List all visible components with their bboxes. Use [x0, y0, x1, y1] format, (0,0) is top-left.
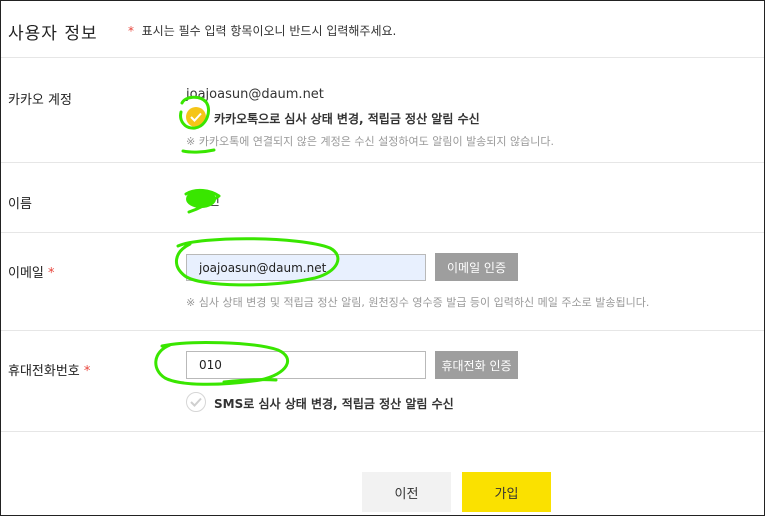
- email-label: 이메일 *: [8, 262, 55, 281]
- row-divider: [1, 330, 764, 331]
- required-mark: *: [128, 24, 134, 38]
- required-mark: *: [83, 364, 91, 379]
- section-title: 사용자 정보: [8, 24, 98, 44]
- kakao-consent-checkbox[interactable]: [186, 107, 206, 127]
- email-label-text: 이메일: [8, 266, 44, 281]
- phone-label-text: 휴대전화번호: [8, 364, 80, 379]
- name-label: 이름: [8, 197, 32, 212]
- row-divider: [1, 431, 764, 432]
- prev-button[interactable]: 이전: [362, 472, 451, 512]
- email-hint: ※ 심사 상태 변경 및 적립금 정산 알림, 원천징수 영수증 발급 등이 입…: [186, 296, 650, 309]
- row-divider: [1, 232, 764, 233]
- required-mark: *: [48, 266, 55, 281]
- check-icon: [190, 397, 202, 407]
- phone-label: 휴대전화번호 *: [8, 360, 90, 379]
- required-notice: * 표시는 필수 입력 항목이오니 반드시 입력해주세요.: [128, 22, 396, 39]
- join-button[interactable]: 가입: [462, 472, 551, 512]
- row-divider: [1, 162, 764, 163]
- header-divider: [1, 57, 764, 58]
- required-notice-text: 표시는 필수 입력 항목이오니 반드시 입력해주세요.: [141, 24, 397, 38]
- kakao-account-value: joajoasun@daum.net: [186, 87, 324, 102]
- sms-consent-label[interactable]: SMS로 심사 상태 변경, 적립금 정산 알림 수신: [214, 395, 454, 412]
- sms-consent-checkbox[interactable]: [186, 392, 206, 412]
- check-icon: [190, 112, 202, 122]
- kakao-consent-label[interactable]: 카카오톡으로 심사 상태 변경, 적립금 정산 알림 수신: [214, 110, 480, 127]
- kakao-account-label: 카카오 계정: [8, 93, 72, 108]
- phone-input[interactable]: [186, 351, 426, 379]
- kakao-hint: ※ 카카오톡에 연결되지 않은 계정은 수신 설정하여도 알림이 발송되지 않습…: [186, 135, 555, 148]
- email-input[interactable]: [186, 254, 426, 281]
- email-verify-button[interactable]: 이메일 인증: [435, 253, 518, 281]
- phone-verify-button[interactable]: 휴대전화 인증: [435, 351, 518, 379]
- name-value: 선: [208, 194, 220, 209]
